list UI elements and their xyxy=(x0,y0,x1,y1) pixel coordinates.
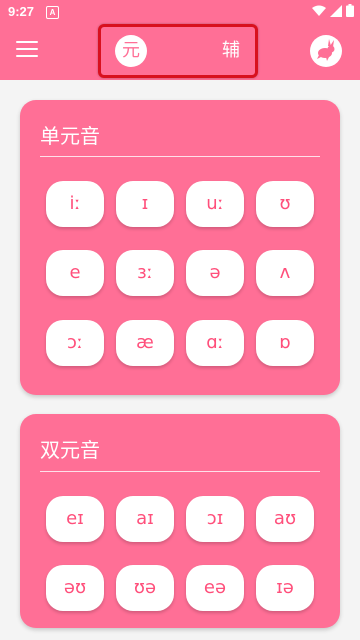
monophthong-title: 单元音 xyxy=(40,124,100,148)
a-icon: A xyxy=(46,6,59,19)
divider xyxy=(40,156,320,157)
status-icons xyxy=(312,4,354,17)
battery-icon xyxy=(346,4,354,17)
diphthong-title: 双元音 xyxy=(40,438,100,462)
phoneme-key-oi[interactable]: ɔɪ xyxy=(186,496,244,542)
diphthong-card: 双元音 eɪ aɪ ɔɪ aʊ əʊ ʊə eə ɪə xyxy=(20,414,340,628)
phoneme-key-ae[interactable]: æ xyxy=(116,320,174,366)
phoneme-key-au[interactable]: aʊ xyxy=(256,496,314,542)
divider xyxy=(40,471,320,472)
phoneme-key-ea[interactable]: eə xyxy=(186,565,244,611)
vowel-consonant-toggle: 元 辅 xyxy=(98,24,258,78)
phoneme-key-ua[interactable]: ʊə xyxy=(116,565,174,611)
status-bar: 9:27 A xyxy=(0,0,360,24)
phoneme-key-u-short[interactable]: ʊ xyxy=(256,181,314,227)
phoneme-key-er-long[interactable]: ɜː xyxy=(116,250,174,296)
signal-icon xyxy=(330,4,342,17)
phoneme-key-ou[interactable]: əʊ xyxy=(46,565,104,611)
phoneme-key-i-short[interactable]: ɪ xyxy=(116,181,174,227)
status-time: 9:27 xyxy=(8,4,35,19)
hamburger-menu-icon[interactable] xyxy=(16,41,38,61)
phoneme-key-e[interactable]: e xyxy=(46,250,104,296)
monophthong-card: 单元音 iː ɪ uː ʊ e ɜː ə ʌ ɔː æ ɑː ɒ xyxy=(20,100,340,395)
phoneme-key-o-short[interactable]: ɒ xyxy=(256,320,314,366)
app-bar: 元 辅 xyxy=(0,24,360,80)
phoneme-key-wedge[interactable]: ʌ xyxy=(256,250,314,296)
rabbit-icon[interactable] xyxy=(310,35,342,67)
phoneme-key-ai[interactable]: aɪ xyxy=(116,496,174,542)
phoneme-key-a-long[interactable]: ɑː xyxy=(186,320,244,366)
toggle-vowel-button[interactable]: 元 xyxy=(115,35,147,67)
phoneme-key-u-long[interactable]: uː xyxy=(186,181,244,227)
rabbit-icon-graphic xyxy=(317,39,335,61)
phoneme-key-o-long[interactable]: ɔː xyxy=(46,320,104,366)
phoneme-key-ia[interactable]: ɪə xyxy=(256,565,314,611)
phoneme-key-schwa[interactable]: ə xyxy=(186,250,244,296)
phoneme-key-ei[interactable]: eɪ xyxy=(46,496,104,542)
phoneme-key-i-long[interactable]: iː xyxy=(46,181,104,227)
wifi-icon xyxy=(312,5,326,16)
toggle-consonant-button[interactable]: 辅 xyxy=(215,35,247,67)
